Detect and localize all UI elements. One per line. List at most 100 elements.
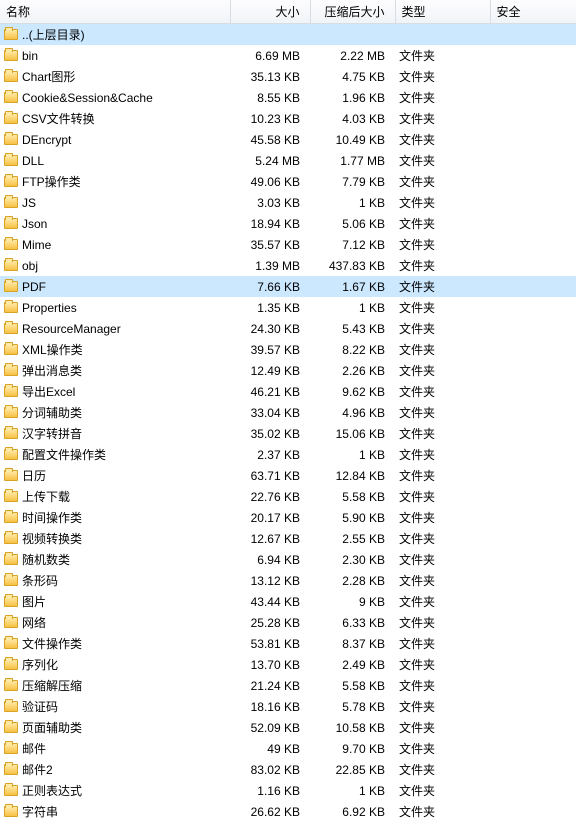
table-row[interactable]: 文件操作类53.81 KB8.37 KB文件夹 [0, 633, 576, 654]
file-packed-size: 2.30 KB [310, 549, 395, 570]
table-row[interactable]: 配置文件操作类2.37 KB1 KB文件夹 [0, 444, 576, 465]
file-packed-size: 5.78 KB [310, 696, 395, 717]
folder-icon [4, 638, 18, 649]
file-type: 文件夹 [395, 570, 490, 591]
folder-icon [4, 617, 18, 628]
file-packed-size: 12.84 KB [310, 465, 395, 486]
file-size: 25.28 KB [230, 612, 310, 633]
file-size: 18.16 KB [230, 696, 310, 717]
file-size: 22.76 KB [230, 486, 310, 507]
file-security [490, 507, 576, 528]
table-row[interactable]: 压缩解压缩21.24 KB5.58 KB文件夹 [0, 675, 576, 696]
table-row[interactable]: 邮件283.02 KB22.85 KB文件夹 [0, 759, 576, 780]
file-name: 文件操作类 [22, 635, 82, 652]
table-row[interactable]: 图片43.44 KB9 KB文件夹 [0, 591, 576, 612]
file-packed-size: 5.06 KB [310, 213, 395, 234]
table-row[interactable]: DLL5.24 MB1.77 MB文件夹 [0, 150, 576, 171]
file-size: 18.94 KB [230, 213, 310, 234]
file-packed-size: 4.75 KB [310, 66, 395, 87]
file-name: obj [22, 259, 38, 273]
file-name: 视频转换类 [22, 530, 82, 547]
parent-dir-label: ..(上层目录) [22, 26, 85, 43]
file-security [490, 591, 576, 612]
table-row[interactable]: PDF7.66 KB1.67 KB文件夹 [0, 276, 576, 297]
file-security [490, 423, 576, 444]
table-row[interactable]: Cookie&Session&Cache8.55 KB1.96 KB文件夹 [0, 87, 576, 108]
file-size: 12.49 KB [230, 360, 310, 381]
folder-icon [4, 260, 18, 271]
file-type: 文件夹 [395, 759, 490, 780]
table-row[interactable]: 汉字转拼音35.02 KB15.06 KB文件夹 [0, 423, 576, 444]
file-name: 导出Excel [22, 383, 75, 400]
table-row[interactable]: 上传下载22.76 KB5.58 KB文件夹 [0, 486, 576, 507]
table-row[interactable]: Properties1.35 KB1 KB文件夹 [0, 297, 576, 318]
file-packed-size: 5.58 KB [310, 486, 395, 507]
table-row[interactable]: 邮件49 KB9.70 KB文件夹 [0, 738, 576, 759]
file-security [490, 87, 576, 108]
parent-directory-row[interactable]: ..(上层目录) [0, 24, 576, 46]
table-row[interactable]: ResourceManager24.30 KB5.43 KB文件夹 [0, 318, 576, 339]
file-type: 文件夹 [395, 675, 490, 696]
table-row[interactable]: DEncrypt45.58 KB10.49 KB文件夹 [0, 129, 576, 150]
column-header-packed[interactable]: 压缩后大小 [310, 0, 395, 24]
file-type: 文件夹 [395, 633, 490, 654]
table-row[interactable]: Json18.94 KB5.06 KB文件夹 [0, 213, 576, 234]
file-name: PDF [22, 280, 46, 294]
table-row[interactable]: Mime35.57 KB7.12 KB文件夹 [0, 234, 576, 255]
file-size: 21.24 KB [230, 675, 310, 696]
file-packed-size: 7.12 KB [310, 234, 395, 255]
file-packed-size: 1 KB [310, 780, 395, 801]
file-security [490, 339, 576, 360]
table-row[interactable]: 日历63.71 KB12.84 KB文件夹 [0, 465, 576, 486]
file-type: 文件夹 [395, 528, 490, 549]
file-packed-size: 8.37 KB [310, 633, 395, 654]
table-row[interactable]: 导出Excel46.21 KB9.62 KB文件夹 [0, 381, 576, 402]
file-security [490, 129, 576, 150]
folder-icon [4, 176, 18, 187]
table-row[interactable]: FTP操作类49.06 KB7.79 KB文件夹 [0, 171, 576, 192]
file-packed-size: 437.83 KB [310, 255, 395, 276]
file-packed-size: 5.90 KB [310, 507, 395, 528]
table-row[interactable]: Chart图形35.13 KB4.75 KB文件夹 [0, 66, 576, 87]
table-row[interactable]: CSV文件转换10.23 KB4.03 KB文件夹 [0, 108, 576, 129]
file-packed-size: 9.70 KB [310, 738, 395, 759]
file-packed-size: 9.62 KB [310, 381, 395, 402]
column-header-security[interactable]: 安全 [490, 0, 576, 24]
table-row[interactable]: 时间操作类20.17 KB5.90 KB文件夹 [0, 507, 576, 528]
column-header-type[interactable]: 类型 [395, 0, 490, 24]
file-name: 随机数类 [22, 551, 70, 568]
table-row[interactable]: 视频转换类12.67 KB2.55 KB文件夹 [0, 528, 576, 549]
folder-icon [4, 701, 18, 712]
table-row[interactable]: 验证码18.16 KB5.78 KB文件夹 [0, 696, 576, 717]
file-type: 文件夹 [395, 234, 490, 255]
table-row[interactable]: JS3.03 KB1 KB文件夹 [0, 192, 576, 213]
file-security [490, 486, 576, 507]
file-type: 文件夹 [395, 549, 490, 570]
table-row[interactable]: 页面辅助类52.09 KB10.58 KB文件夹 [0, 717, 576, 738]
file-size: 6.94 KB [230, 549, 310, 570]
file-type: 文件夹 [395, 45, 490, 66]
table-row[interactable]: 网络25.28 KB6.33 KB文件夹 [0, 612, 576, 633]
table-row[interactable]: 序列化13.70 KB2.49 KB文件夹 [0, 654, 576, 675]
folder-icon [4, 323, 18, 334]
table-row[interactable]: 正则表达式1.16 KB1 KB文件夹 [0, 780, 576, 801]
table-row[interactable]: bin6.69 MB2.22 MB文件夹 [0, 45, 576, 66]
file-type: 文件夹 [395, 276, 490, 297]
column-header-name[interactable]: 名称 [0, 0, 230, 24]
file-security [490, 528, 576, 549]
table-row[interactable]: 条形码13.12 KB2.28 KB文件夹 [0, 570, 576, 591]
column-header-size[interactable]: 大小 [230, 0, 310, 24]
table-row[interactable]: 弹出消息类12.49 KB2.26 KB文件夹 [0, 360, 576, 381]
table-row[interactable]: XML操作类39.57 KB8.22 KB文件夹 [0, 339, 576, 360]
file-security [490, 234, 576, 255]
file-name: 邮件2 [22, 761, 53, 778]
table-row[interactable]: 随机数类 6.94 KB2.30 KB文件夹 [0, 549, 576, 570]
file-packed-size: 2.28 KB [310, 570, 395, 591]
folder-icon [4, 806, 18, 817]
file-security [490, 465, 576, 486]
file-size: 1.39 MB [230, 255, 310, 276]
table-row[interactable]: obj1.39 MB437.83 KB文件夹 [0, 255, 576, 276]
file-packed-size: 4.96 KB [310, 402, 395, 423]
folder-icon [4, 428, 18, 439]
table-row[interactable]: 分词辅助类33.04 KB4.96 KB文件夹 [0, 402, 576, 423]
